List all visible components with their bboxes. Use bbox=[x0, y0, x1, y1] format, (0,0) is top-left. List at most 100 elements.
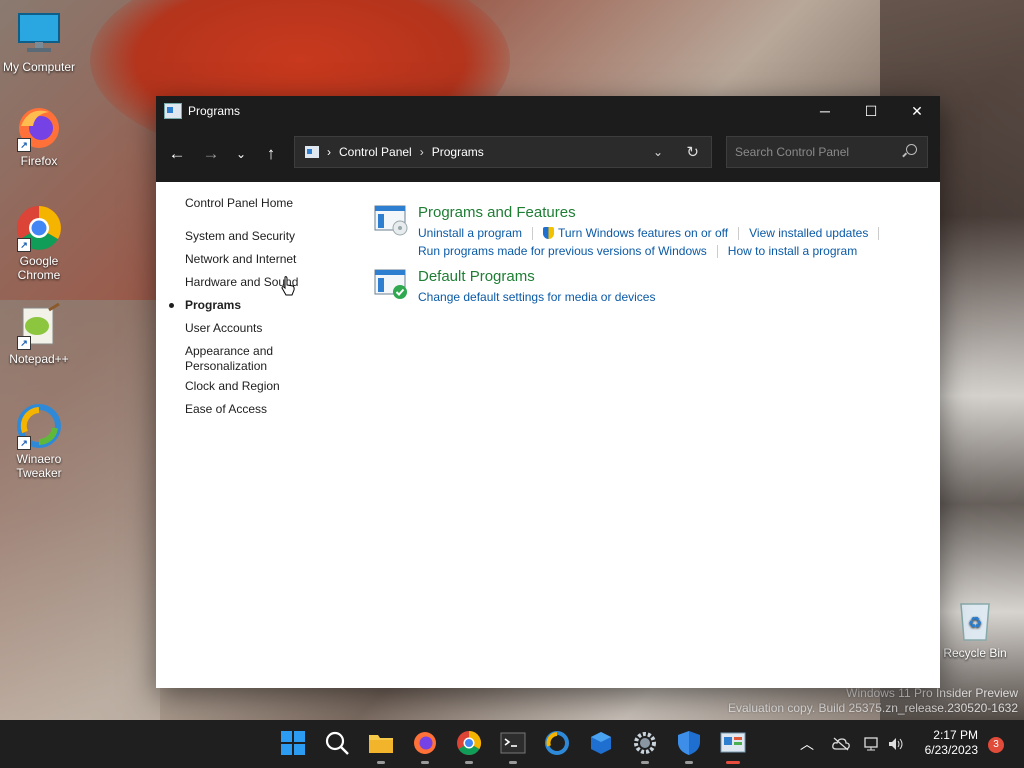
uninstall-program-link[interactable]: Uninstall a program bbox=[418, 226, 522, 240]
winaero-icon: ↗ bbox=[15, 402, 63, 450]
how-to-install-link[interactable]: How to install a program bbox=[728, 244, 857, 258]
back-button[interactable]: ← bbox=[160, 139, 194, 169]
chevron-down-icon: ⌄ bbox=[235, 147, 247, 161]
running-indicator bbox=[465, 761, 473, 764]
desktop-icon-recycle-bin[interactable]: ♻ Recycle Bin bbox=[937, 596, 1013, 660]
nav-appearance-and-personalization[interactable]: Appearance and Personalization bbox=[185, 344, 295, 379]
nav-control-panel-home[interactable]: Control Panel Home bbox=[185, 196, 298, 219]
watermark-line-1: Windows 11 Pro Insider Preview bbox=[846, 686, 1018, 700]
firefox-icon[interactable] bbox=[412, 730, 438, 764]
nav-user-accounts[interactable]: User Accounts bbox=[185, 321, 298, 344]
nav-system-and-security[interactable]: System and Security bbox=[185, 229, 298, 252]
start-icon[interactable] bbox=[280, 730, 306, 756]
default-programs-links: Change default settings for media or dev… bbox=[418, 288, 655, 306]
nav-network-and-internet[interactable]: Network and Internet bbox=[185, 252, 298, 275]
nav-clock-and-region[interactable]: Clock and Region bbox=[185, 379, 298, 402]
network-icon[interactable] bbox=[864, 720, 882, 768]
default-programs-icon bbox=[374, 268, 408, 299]
content-area: Control Panel Home System and Security N… bbox=[156, 182, 940, 688]
notepadpp-icon: ↗ bbox=[15, 302, 63, 350]
search-icon[interactable] bbox=[906, 144, 917, 155]
up-button[interactable]: ↑ bbox=[254, 139, 288, 169]
file-explorer-icon[interactable] bbox=[368, 730, 394, 764]
running-indicator bbox=[641, 761, 649, 764]
clock-time: 2:17 PM bbox=[933, 728, 978, 742]
shortcut-arrow-icon: ↗ bbox=[17, 336, 31, 350]
desktop-icon-label: Google Chrome bbox=[17, 254, 61, 282]
windows-features-link[interactable]: Turn Windows features on or off bbox=[558, 226, 728, 240]
default-programs-link[interactable]: Default Programs bbox=[418, 268, 535, 285]
hand-cursor-icon bbox=[281, 276, 295, 296]
volume-icon[interactable] bbox=[888, 720, 906, 768]
close-button[interactable]: ✕ bbox=[894, 96, 940, 126]
control-panel-icon bbox=[164, 103, 182, 119]
chrome-icon: ↗ bbox=[15, 204, 63, 252]
desktop-icon-chrome[interactable]: ↗ Google Chrome bbox=[1, 204, 77, 282]
chevron-up-icon: ︿ bbox=[800, 736, 814, 752]
control-panel-window: Programs ─ ☐ ✕ ← → ⌄ ↑ › Control Panel ›… bbox=[156, 96, 940, 688]
divider bbox=[878, 227, 880, 241]
onedrive-offline-icon[interactable] bbox=[832, 720, 850, 768]
desktop-icon-label: Winaero Tweaker bbox=[16, 452, 62, 480]
breadcrumb-programs[interactable]: Programs bbox=[432, 145, 484, 159]
arrow-left-icon: ← bbox=[168, 144, 186, 163]
uac-shield-icon bbox=[543, 227, 555, 239]
divider bbox=[532, 227, 534, 241]
control-panel-icon[interactable] bbox=[720, 730, 746, 764]
show-hidden-icons-button[interactable]: ︿ bbox=[800, 720, 814, 768]
address-bar[interactable]: › Control Panel › Programs ⌄ ↻ bbox=[294, 136, 712, 168]
shortcut-arrow-icon: ↗ bbox=[17, 436, 31, 450]
title-bar[interactable]: Programs ─ ☐ ✕ bbox=[156, 96, 940, 126]
refresh-icon[interactable]: ↻ bbox=[686, 143, 699, 161]
minimize-button[interactable]: ─ bbox=[802, 96, 848, 126]
defender-icon[interactable] bbox=[676, 730, 702, 764]
recent-locations-button[interactable]: ⌄ bbox=[228, 139, 254, 169]
chevron-down-icon[interactable]: ⌄ bbox=[653, 145, 663, 159]
search-box[interactable] bbox=[726, 136, 928, 168]
forward-button[interactable]: → bbox=[194, 139, 228, 169]
programs-and-features-link[interactable]: Programs and Features bbox=[418, 204, 576, 221]
left-navigation: Control Panel Home System and Security N… bbox=[168, 196, 298, 425]
watermark-line-2: Evaluation copy. Build 25375.zn_release.… bbox=[728, 701, 1018, 715]
maximize-button[interactable]: ☐ bbox=[848, 96, 894, 126]
view-installed-updates-link[interactable]: View installed updates bbox=[749, 226, 868, 240]
breadcrumb-separator: › bbox=[419, 145, 424, 159]
desktop-icon-my-computer[interactable]: My Computer bbox=[1, 10, 77, 74]
running-indicator bbox=[509, 761, 517, 764]
taskbar: ︿ 2:17 PM 6/23/2023 3 bbox=[0, 720, 1024, 768]
desktop-icon-firefox[interactable]: ↗ Firefox bbox=[1, 104, 77, 168]
desktop-icon-label: Recycle Bin bbox=[943, 646, 1007, 660]
divider bbox=[738, 227, 740, 241]
shortcut-arrow-icon: ↗ bbox=[17, 138, 31, 152]
programs-features-links: Uninstall a program Turn Windows features… bbox=[418, 224, 889, 260]
arrow-right-icon: → bbox=[202, 144, 220, 163]
breadcrumb-control-panel[interactable]: Control Panel bbox=[339, 145, 412, 159]
monitor-icon bbox=[15, 10, 63, 58]
nav-ease-of-access[interactable]: Ease of Access bbox=[185, 402, 298, 425]
winaero-icon[interactable] bbox=[544, 730, 570, 756]
cube-app-icon[interactable] bbox=[588, 730, 614, 756]
running-indicator bbox=[726, 761, 740, 764]
search-input[interactable] bbox=[727, 144, 897, 160]
search-icon[interactable] bbox=[324, 730, 350, 756]
notification-badge[interactable]: 3 bbox=[988, 737, 1004, 753]
breadcrumb-separator: › bbox=[327, 145, 331, 159]
terminal-icon[interactable] bbox=[500, 730, 526, 764]
recycle-bin-icon: ♻ bbox=[951, 596, 999, 644]
running-indicator bbox=[685, 761, 693, 764]
change-default-settings-link[interactable]: Change default settings for media or dev… bbox=[418, 290, 655, 304]
running-indicator bbox=[421, 761, 429, 764]
control-panel-icon bbox=[305, 146, 319, 158]
compatibility-link[interactable]: Run programs made for previous versions … bbox=[418, 244, 707, 258]
desktop-icon-winaero[interactable]: ↗ Winaero Tweaker bbox=[1, 402, 77, 480]
desktop-icon-notepadpp[interactable]: ↗ Notepad++ bbox=[1, 302, 77, 366]
running-indicator bbox=[377, 761, 385, 764]
clock[interactable]: 2:17 PM 6/23/2023 bbox=[925, 728, 978, 758]
settings-icon[interactable] bbox=[632, 730, 658, 764]
desktop-icon-label: Firefox bbox=[20, 154, 58, 168]
firefox-icon: ↗ bbox=[15, 104, 63, 152]
nav-programs[interactable]: Programs bbox=[168, 298, 298, 321]
desktop-icon-label: My Computer bbox=[2, 60, 76, 74]
programs-features-icon bbox=[374, 204, 408, 236]
chrome-icon[interactable] bbox=[456, 730, 482, 764]
